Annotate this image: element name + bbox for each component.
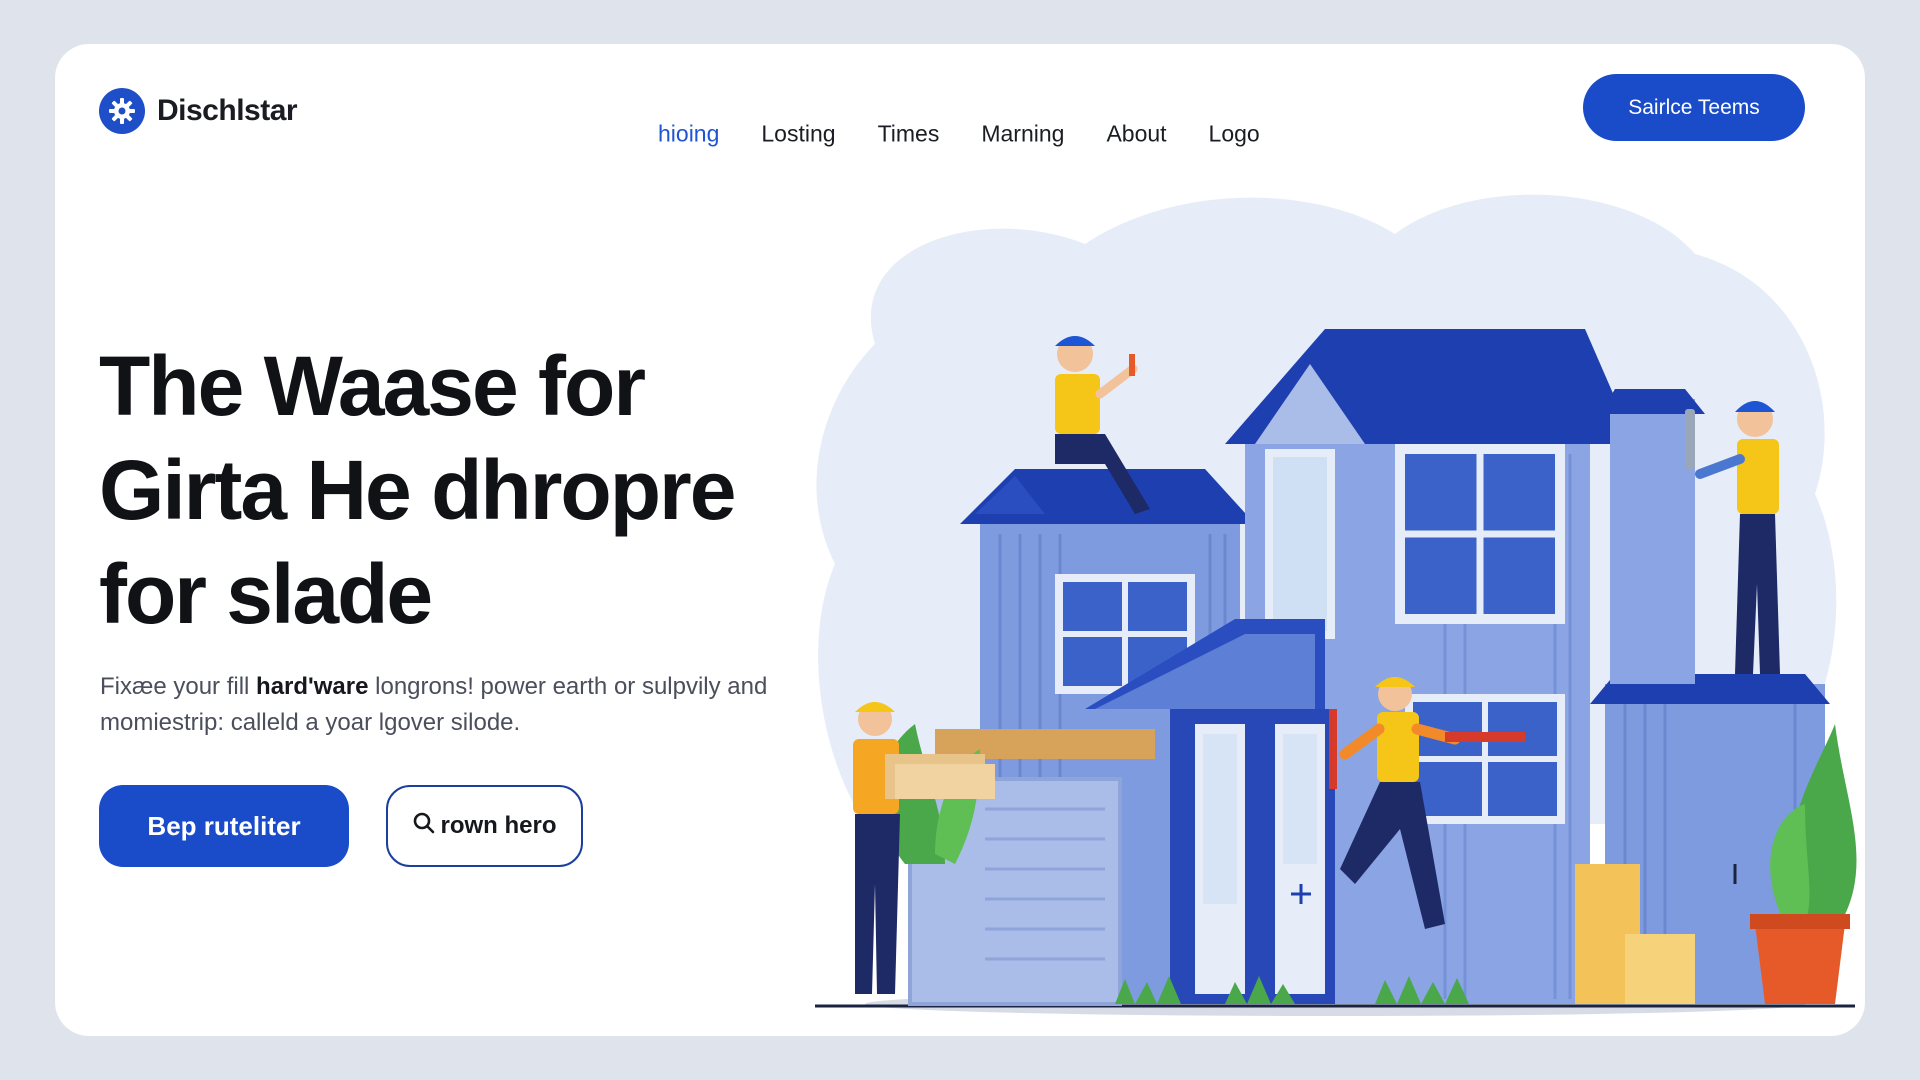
hero-title: The Waase for Girta He dhropre for slade xyxy=(99,334,819,646)
hero-subtitle: Fixæe your fill hard'ware longrons! powe… xyxy=(100,669,800,741)
nav-item-marning[interactable]: Marning xyxy=(981,121,1064,148)
search-icon xyxy=(412,811,436,842)
service-teams-button[interactable]: Sairlce Teems xyxy=(1583,74,1805,141)
hero-subtitle-bold: hard'ware xyxy=(256,673,369,700)
page-card: Dischlstar hioing Losting Times Marning … xyxy=(55,44,1865,1036)
nav-item-about[interactable]: About xyxy=(1106,121,1166,148)
gear-icon xyxy=(99,88,145,134)
nav-item-logo[interactable]: Logo xyxy=(1209,121,1260,148)
primary-cta-button[interactable]: Bep ruteliter xyxy=(99,785,349,867)
nav-item-hioing[interactable]: hioing xyxy=(658,121,719,148)
secondary-cta-button[interactable]: rown hero xyxy=(386,785,583,867)
hero-illustration xyxy=(815,194,1857,1016)
hero-subtitle-start: Fixæe your fill xyxy=(100,673,257,700)
secondary-cta-label: rown hero xyxy=(440,812,557,839)
nav-item-times[interactable]: Times xyxy=(878,121,940,148)
hero-title-line-2: Girta He dhropre xyxy=(99,443,736,537)
nav-item-losting[interactable]: Losting xyxy=(761,121,835,148)
hero-title-line-3: for slade xyxy=(99,547,433,641)
brand-name: Dischlstar xyxy=(157,94,298,127)
hero-title-line-1: The Waase for xyxy=(99,339,646,433)
brand[interactable]: Dischlstar xyxy=(99,88,298,134)
main-nav: hioing Losting Times Marning About Logo xyxy=(658,121,1260,148)
